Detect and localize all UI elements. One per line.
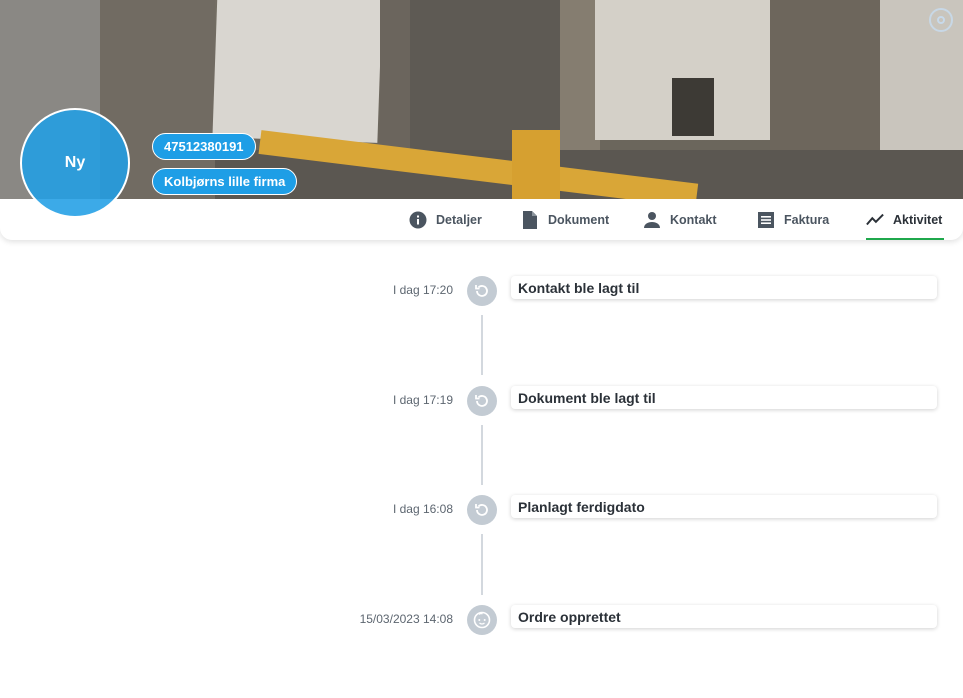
history-icon — [467, 495, 497, 525]
timeline-connector — [481, 534, 483, 595]
timeline-connector — [481, 315, 483, 375]
event-time: I dag 17:19 — [392, 393, 453, 407]
avatar-text: Ny — [64, 154, 86, 171]
person-icon — [643, 211, 661, 229]
tab-label: Dokument — [548, 212, 610, 227]
history-icon — [467, 276, 497, 306]
change-cover-icon[interactable] — [929, 8, 953, 32]
cover-image — [0, 0, 963, 199]
event-title: Kontakt ble lagt til — [518, 279, 640, 296]
timeline-event: I dag 17:20 Kontakt ble lagt til — [0, 276, 963, 308]
tab-faktura[interactable]: Faktura — [757, 199, 829, 240]
event-title: Ordre opprettet — [518, 608, 621, 625]
tab-bar: Detaljer Dokument Kontakt Faktura Aktivi… — [0, 199, 963, 240]
event-time: I dag 17:20 — [392, 283, 453, 297]
company-badge[interactable]: Kolbjørns lille firma — [152, 168, 298, 195]
timeline-connector — [481, 425, 483, 485]
event-title: Dokument ble lagt til — [518, 389, 656, 406]
tab-label: Kontakt — [670, 212, 717, 227]
tab-label: Faktura — [784, 212, 830, 227]
tab-label: Detaljer — [436, 212, 482, 227]
phone-badge[interactable]: 47512380191 — [152, 133, 256, 160]
history-icon — [467, 386, 497, 416]
document-icon — [521, 210, 539, 229]
tab-aktivitet[interactable]: Aktivitet — [866, 199, 944, 240]
timeline-event: I dag 16:08 Planlagt ferdigdato — [0, 495, 963, 527]
tab-detaljer[interactable]: Detaljer — [409, 199, 482, 240]
invoice-icon — [757, 211, 775, 229]
tab-kontakt[interactable]: Kontakt — [643, 199, 717, 240]
header-card: Ny 47512380191 Kolbjørns lille firma Det… — [0, 0, 963, 240]
activity-timeline: I dag 17:20 Kontakt ble lagt til I dag 1… — [0, 240, 963, 698]
event-title: Planlagt ferdigdato — [518, 498, 645, 515]
event-card[interactable]: Kontakt ble lagt til — [511, 276, 937, 299]
event-card[interactable]: Planlagt ferdigdato — [511, 495, 937, 518]
event-card[interactable]: Ordre opprettet — [511, 605, 937, 628]
timeline-event: I dag 17:19 Dokument ble lagt til — [0, 386, 963, 418]
event-time: I dag 16:08 — [392, 502, 453, 516]
tab-dokument[interactable]: Dokument — [521, 199, 609, 240]
event-time: 15/03/2023 14:08 — [359, 612, 453, 626]
info-icon — [409, 211, 427, 229]
activity-icon — [866, 211, 884, 229]
baby-face-icon — [467, 605, 497, 635]
event-card[interactable]: Dokument ble lagt til — [511, 386, 937, 409]
timeline-event: 15/03/2023 14:08 Ordre opprettet — [0, 605, 963, 637]
tab-label: Aktivitet — [893, 212, 943, 227]
